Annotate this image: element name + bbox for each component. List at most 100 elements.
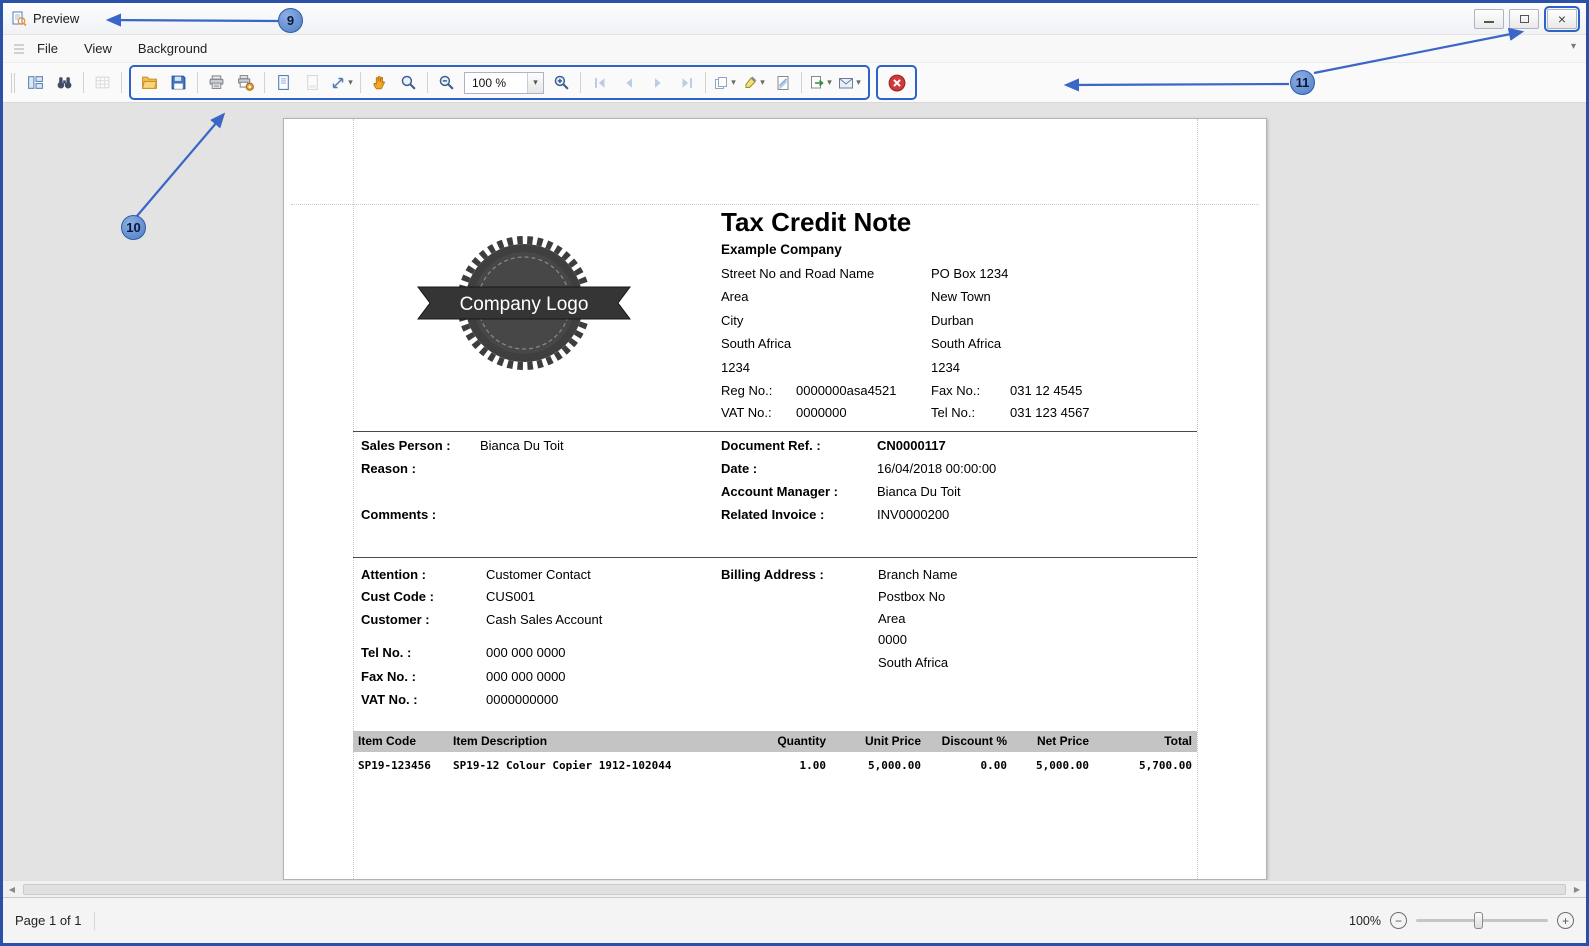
address-line: Area — [721, 289, 749, 304]
zoom-value: 100 % — [472, 75, 507, 90]
watermark-icon — [777, 75, 788, 90]
zoom-increase-button[interactable]: + — [1557, 912, 1574, 929]
page-portrait-icon — [278, 75, 289, 90]
page-setup-button[interactable] — [269, 69, 298, 96]
horizontal-scrollbar[interactable]: ◀ ▶ — [3, 880, 1586, 897]
cell-item-code: SP19-123456 — [358, 759, 431, 772]
fax-no-value: 031 12 4545 — [1010, 383, 1083, 398]
col-discount: Discount % — [941, 734, 1007, 748]
zoom-slider-thumb[interactable] — [1474, 912, 1483, 929]
address-line: 1234 — [721, 360, 750, 375]
zoom-combobox[interactable]: 100 % ▾ — [464, 71, 544, 94]
address-line: Street No and Road Name — [721, 266, 875, 281]
col-item-description: Item Description — [453, 734, 548, 748]
open-folder-icon — [141, 76, 158, 89]
sales-person-label: Sales Person : — [361, 438, 451, 453]
close-button[interactable]: × — [1547, 8, 1577, 29]
zoom-slider[interactable] — [1416, 912, 1548, 929]
plus-icon: + — [1561, 913, 1569, 928]
col-net-price: Net Price — [1036, 734, 1089, 748]
zoom-decrease-button[interactable]: − — [1390, 912, 1407, 929]
scrollbar-thumb[interactable] — [23, 883, 1566, 895]
attention-value: Customer Contact — [486, 567, 591, 582]
multiple-pages-icon — [715, 76, 728, 89]
fax-no-label: Fax No.: — [931, 383, 981, 398]
window-controls: × — [1474, 5, 1580, 32]
annotation-box-toolbar: ▾ 100 % ▾ ▾ ▾ ▾ ▾ — [129, 65, 870, 100]
minimize-icon — [1484, 21, 1494, 23]
last-page-button[interactable] — [672, 69, 701, 96]
magnifier-button[interactable] — [394, 69, 423, 96]
table-row: SP19-123456 SP19-12 Colour Copier 1912-1… — [353, 759, 1197, 777]
close-preview-button[interactable] — [882, 69, 911, 96]
quick-print-button[interactable] — [231, 69, 260, 96]
billing-line: 0000 — [878, 632, 907, 647]
company-logo-text: Company Logo — [460, 294, 589, 315]
email-button[interactable]: ▾ — [835, 69, 864, 96]
toolbar-separator — [427, 72, 428, 93]
document-map-icon — [28, 76, 43, 89]
reason-label: Reason : — [361, 461, 416, 476]
magnifier-icon — [401, 75, 416, 90]
menu-background[interactable]: Background — [138, 41, 207, 56]
scale-button[interactable]: ▾ — [327, 69, 356, 96]
company-logo: Company Logo — [417, 236, 631, 370]
scroll-left-icon[interactable]: ◀ — [3, 885, 21, 894]
billing-line: Area — [878, 611, 906, 626]
header-footer-button[interactable] — [298, 69, 327, 96]
callout-number: 9 — [286, 13, 295, 28]
page-color-button[interactable]: ▾ — [739, 69, 768, 96]
chevron-down-icon: ▾ — [731, 77, 736, 87]
maximize-button[interactable] — [1509, 8, 1539, 29]
zoom-dropdown-button[interactable]: ▾ — [527, 72, 543, 93]
preview-app-icon — [12, 11, 27, 26]
menu-file[interactable]: File — [37, 41, 58, 56]
document-page: Company Logo Tax Credit Note Example Com… — [283, 118, 1267, 880]
first-page-button[interactable] — [585, 69, 614, 96]
open-button[interactable] — [135, 69, 164, 96]
zoom-out-button[interactable] — [432, 69, 461, 96]
last-page-icon — [682, 77, 692, 88]
chevron-down-icon: ▾ — [856, 77, 861, 87]
export-button[interactable]: ▾ — [806, 69, 835, 96]
comments-label: Comments : — [361, 507, 437, 522]
document-map-button[interactable] — [21, 69, 50, 96]
search-button[interactable] — [50, 69, 79, 96]
cell-item-description: SP19-12 Colour Copier 1912-102044 — [453, 759, 672, 772]
document-title: Tax Credit Note — [721, 207, 912, 237]
multiple-pages-button[interactable]: ▾ — [710, 69, 739, 96]
toolbar-options-dropdown[interactable]: ▾ — [1571, 41, 1576, 52]
scale-icon — [332, 77, 344, 88]
statusbar-separator — [93, 911, 95, 930]
cust-vat-value: 0000000000 — [486, 692, 559, 707]
print-button[interactable] — [202, 69, 231, 96]
menu-view[interactable]: View — [84, 41, 112, 56]
address-line: South Africa — [721, 336, 792, 351]
zoom-in-button[interactable] — [547, 69, 576, 96]
preview-window: Preview × File View Background ▾ ▾ 100 %… — [0, 0, 1589, 946]
hand-tool-button[interactable] — [365, 69, 394, 96]
watermark-button[interactable] — [768, 69, 797, 96]
sales-person-value: Bianca Du Toit — [480, 438, 564, 453]
billing-line: Postbox No — [878, 589, 946, 604]
account-manager-value: Bianca Du Toit — [877, 484, 961, 499]
zoom-percent: 100% — [1349, 913, 1381, 928]
chevron-down-icon: ▾ — [348, 77, 353, 87]
toolbar-separator — [83, 72, 84, 93]
cell-discount: 0.00 — [980, 759, 1008, 772]
save-button[interactable] — [164, 69, 193, 96]
cust-tel-label: Tel No. : — [361, 645, 412, 660]
cust-vat-label: VAT No. : — [361, 692, 418, 707]
toolbar-separator — [705, 72, 706, 93]
account-manager-label: Account Manager : — [721, 484, 839, 499]
address-line: Durban — [931, 313, 974, 328]
editing-fields-button[interactable] — [88, 69, 117, 96]
callout-badge-11: 11 — [1290, 70, 1315, 95]
previous-page-button[interactable] — [614, 69, 643, 96]
toolbar-separator — [264, 72, 265, 93]
scroll-right-icon[interactable]: ▶ — [1568, 885, 1586, 894]
minimize-button[interactable] — [1474, 8, 1504, 29]
billing-address-label: Billing Address : — [721, 567, 824, 582]
cell-quantity: 1.00 — [799, 759, 827, 772]
next-page-button[interactable] — [643, 69, 672, 96]
